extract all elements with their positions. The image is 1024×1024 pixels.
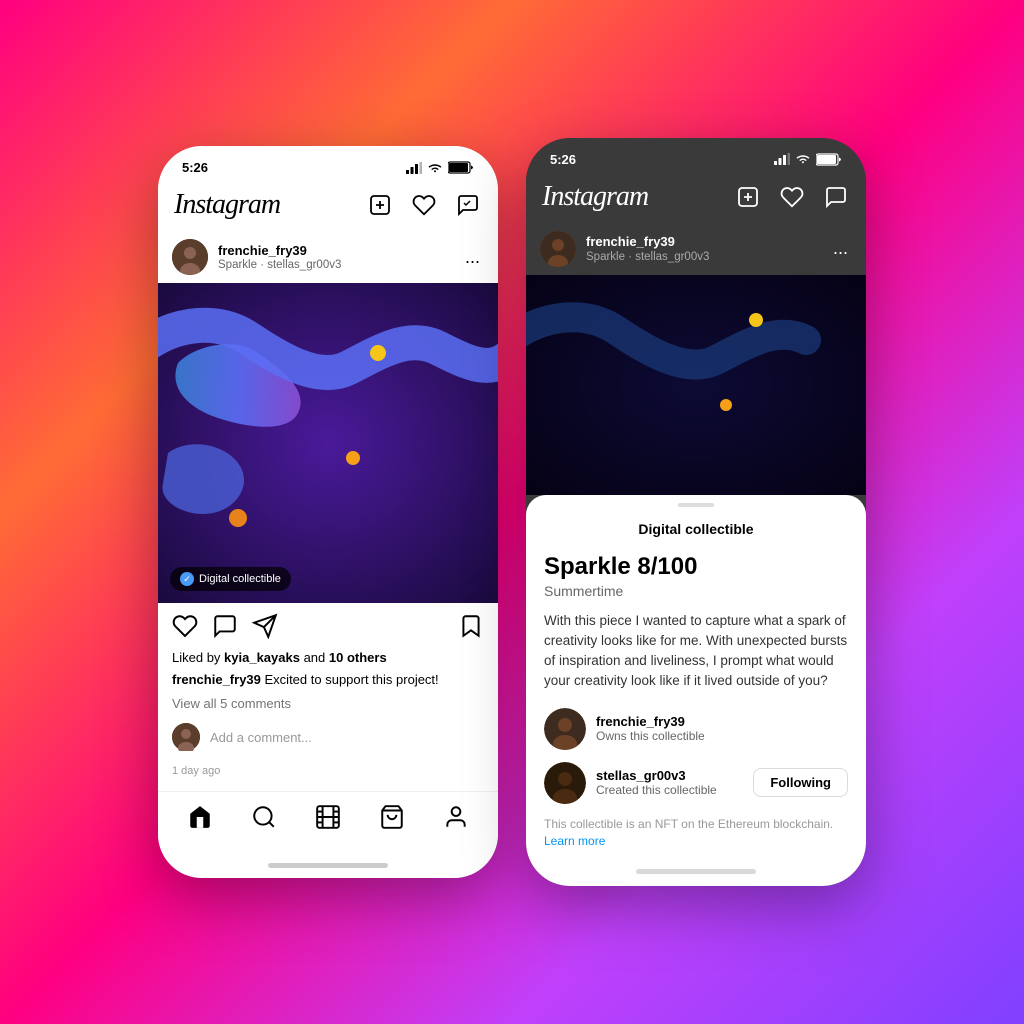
post-header-light: frenchie_fry39 Sparkle · stellas_gr00v3 … — [158, 231, 498, 283]
learn-more-link[interactable]: Learn more — [544, 834, 605, 848]
art-svg-dark — [526, 275, 866, 495]
nft-footer: This collectible is an NFT on the Ethere… — [544, 816, 848, 850]
badge-text: Digital collectible — [199, 573, 281, 585]
abstract-art-dark — [526, 275, 866, 495]
more-options-button-light[interactable]: ... — [461, 247, 484, 268]
nft-title: Sparkle 8/100 — [544, 553, 848, 581]
status-bar-dark: 5:26 — [526, 138, 866, 173]
comment-avatar — [172, 723, 200, 751]
phone-light: 5:26 — [158, 146, 498, 878]
avatar-light[interactable] — [172, 239, 208, 275]
likes-section: Liked by kyia_kayaks and 10 others — [158, 650, 498, 669]
sheet-title: Digital collectible — [526, 515, 866, 553]
home-indicator-bar-dark — [636, 869, 756, 874]
abstract-art-light: ✓ Digital collectible — [158, 283, 498, 603]
nav-shop[interactable] — [379, 804, 405, 835]
avatar-dark[interactable] — [540, 231, 576, 267]
more-options-button-dark[interactable]: ... — [829, 238, 852, 259]
instagram-logo-light: Instagram — [174, 189, 280, 221]
ig-header-dark: Instagram — [526, 173, 866, 223]
view-comments-text[interactable]: View all 5 comments — [172, 696, 291, 711]
signal-icon — [406, 162, 422, 174]
wifi-icon-dark — [795, 153, 811, 165]
nav-home[interactable] — [187, 804, 213, 835]
time-light: 5:26 — [182, 160, 208, 175]
post-username-dark[interactable]: frenchie_fry39 — [586, 234, 819, 251]
likes-text: Liked by kyia_kayaks and 10 others — [172, 650, 484, 665]
owner-avatar — [544, 708, 586, 750]
nav-reels[interactable] — [315, 804, 341, 835]
caption-section: frenchie_fry39 Excited to support this p… — [158, 669, 498, 693]
owner-username[interactable]: frenchie_fry39 — [596, 714, 848, 729]
post-user-info-dark: frenchie_fry39 Sparkle · stellas_gr00v3 — [586, 234, 819, 263]
ig-header-light: Instagram — [158, 181, 498, 231]
owner-role: Owns this collectible — [596, 729, 848, 743]
messenger-button-dark[interactable] — [822, 183, 850, 211]
home-indicator-light — [158, 859, 498, 878]
notifications-button[interactable] — [410, 191, 438, 219]
comment-input: Add a comment... — [158, 717, 498, 759]
header-icons-dark — [734, 183, 850, 211]
creator-username[interactable]: stellas_gr00v3 — [596, 768, 743, 783]
status-icons-light — [406, 161, 474, 174]
digital-collectible-badge: ✓ Digital collectible — [170, 567, 291, 591]
header-icons-light — [366, 191, 482, 219]
share-button[interactable] — [252, 613, 278, 644]
battery-icon — [448, 161, 474, 174]
add-post-button-dark[interactable] — [734, 183, 762, 211]
instagram-logo-dark: Instagram — [542, 181, 648, 213]
sheet-body: Sparkle 8/100 Summertime With this piece… — [526, 553, 866, 866]
creator-info: stellas_gr00v3 Created this collectible — [596, 768, 743, 797]
sheet-handle-area — [526, 495, 866, 515]
post-user-info-light: frenchie_fry39 Sparkle · stellas_gr00v3 — [218, 243, 451, 272]
art-svg — [158, 283, 498, 603]
caption-username[interactable]: frenchie_fry39 — [172, 672, 261, 687]
owner-info: frenchie_fry39 Owns this collectible — [596, 714, 848, 743]
notifications-button-dark[interactable] — [778, 183, 806, 211]
status-icons-dark — [774, 153, 842, 166]
view-comments: View all 5 comments — [158, 693, 498, 717]
post-time: 1 day ago — [158, 759, 498, 791]
messenger-button[interactable] — [454, 191, 482, 219]
nft-subtitle: Summertime — [544, 583, 848, 599]
nft-creator: stellas_gr00v3 Created this collectible … — [544, 762, 848, 804]
post-image-light: ✓ Digital collectible — [158, 283, 498, 603]
action-left — [172, 613, 278, 644]
nav-profile[interactable] — [443, 804, 469, 835]
nft-owner: frenchie_fry39 Owns this collectible — [544, 708, 848, 750]
battery-icon-dark — [816, 153, 842, 166]
post-header-dark: frenchie_fry39 Sparkle · stellas_gr00v3 … — [526, 223, 866, 275]
wifi-icon — [427, 162, 443, 174]
nav-search[interactable] — [251, 804, 277, 835]
creator-role: Created this collectible — [596, 783, 743, 797]
add-post-button[interactable] — [366, 191, 394, 219]
home-indicator-dark — [526, 865, 866, 886]
home-indicator-bar-light — [268, 863, 388, 868]
comment-placeholder[interactable]: Add a comment... — [210, 730, 312, 745]
save-button[interactable] — [458, 613, 484, 644]
creator-avatar — [544, 762, 586, 804]
sheet-handle — [678, 503, 714, 507]
like-button[interactable] — [172, 613, 198, 644]
post-subtitle-light: Sparkle · stellas_gr00v3 — [218, 259, 451, 271]
nav-bar-light — [158, 791, 498, 859]
verified-icon: ✓ — [180, 572, 194, 586]
phone-dark: 5:26 — [526, 138, 866, 887]
bottom-sheet: Digital collectible Sparkle 8/100 Summer… — [526, 495, 866, 866]
post-actions — [158, 603, 498, 650]
nft-footer-text: This collectible is an NFT on the Ethere… — [544, 817, 833, 831]
post-image-dark — [526, 275, 866, 495]
nft-description: With this piece I wanted to capture what… — [544, 611, 848, 692]
signal-icon-dark — [774, 153, 790, 165]
post-username-light[interactable]: frenchie_fry39 — [218, 243, 451, 260]
status-bar-light: 5:26 — [158, 146, 498, 181]
post-time-text: 1 day ago — [172, 765, 220, 777]
time-dark: 5:26 — [550, 152, 576, 167]
comment-button[interactable] — [212, 613, 238, 644]
caption-content: Excited to support this project! — [265, 672, 439, 687]
following-button[interactable]: Following — [753, 768, 848, 797]
caption-text: frenchie_fry39 Excited to support this p… — [172, 672, 439, 687]
post-subtitle-dark: Sparkle · stellas_gr00v3 — [586, 251, 819, 263]
